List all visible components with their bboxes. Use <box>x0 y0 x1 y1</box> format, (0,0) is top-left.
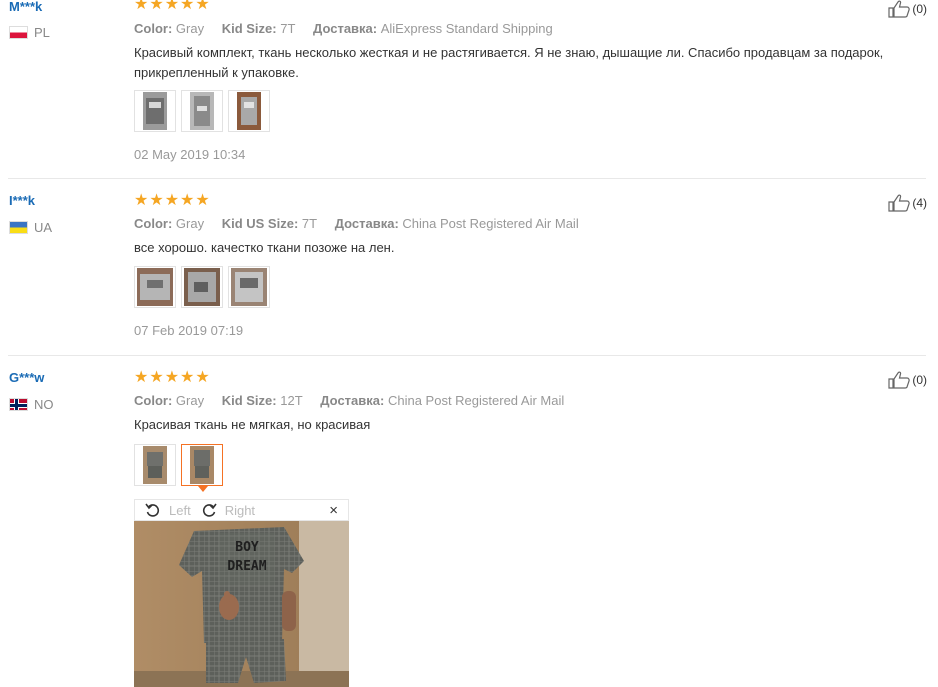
close-viewer-button[interactable]: × <box>329 502 338 519</box>
shirt-print-line2: DREAM <box>227 559 266 574</box>
star-rating: ★ ★ ★ ★ ★ <box>134 0 210 13</box>
order-attributes: Color: Gray Kid US Size: 7T Доставка: Ch… <box>134 216 579 231</box>
flag-no-icon <box>9 398 28 411</box>
flag-pl-icon <box>9 26 28 39</box>
star-icon: ★ <box>180 192 195 209</box>
helpful-button[interactable]: (0) <box>888 0 927 18</box>
star-rating: ★ ★ ★ ★ ★ <box>134 370 210 386</box>
color-label: Color: <box>134 393 173 408</box>
shipping-value: China Post Registered Air Mail <box>402 216 579 231</box>
thumbs-up-icon <box>888 0 911 18</box>
photo-viewer: Left Right × BOY DREAM <box>134 499 349 687</box>
star-icon: ★ <box>164 0 180 13</box>
review-photo-thumbnail[interactable] <box>134 444 176 486</box>
star-icon: ★ <box>164 369 180 386</box>
helpful-count: (0) <box>912 373 927 387</box>
thumbs-up-icon <box>888 371 911 389</box>
order-attributes: Color: Gray Kid Size: 7T Доставка: AliEx… <box>134 21 553 36</box>
helpful-button[interactable]: (4) <box>888 194 927 212</box>
rotate-left-button[interactable]: Left <box>145 502 191 518</box>
size-value: 7T <box>301 216 318 231</box>
color-label: Color: <box>134 21 173 36</box>
review-text: Красивый комплект, ткань несколько жестк… <box>134 45 884 80</box>
size-value: 12T <box>280 393 303 408</box>
helpful-count: (4) <box>912 196 927 210</box>
review-divider <box>8 178 926 179</box>
star-icon: ★ <box>134 0 149 13</box>
shipping-value: China Post Registered Air Mail <box>387 393 565 408</box>
rotate-right-button[interactable]: Right <box>201 502 255 518</box>
review-photo-thumbnail[interactable] <box>181 90 223 132</box>
star-icon: ★ <box>195 192 210 209</box>
photo-viewer-toolbar: Left Right × <box>134 499 349 521</box>
review-photos <box>134 444 223 492</box>
helpful-button[interactable]: (0) <box>888 371 927 389</box>
shipping-label: Доставка: <box>320 393 385 408</box>
review-photo-thumbnail[interactable] <box>134 90 176 132</box>
review-photo-enlarged: BOY DREAM <box>134 521 349 687</box>
helpful-count: (0) <box>912 2 927 16</box>
review-photo-thumbnail[interactable] <box>228 90 270 132</box>
review-date: 07 Feb 2019 07:19 <box>134 323 244 338</box>
thumbs-up-icon <box>888 194 911 212</box>
star-icon: ★ <box>195 369 210 386</box>
star-icon: ★ <box>149 369 164 386</box>
star-icon: ★ <box>180 369 195 386</box>
rotate-right-icon <box>202 503 217 517</box>
review-text: все хорошо. качестко ткани позоже на лен… <box>134 240 395 255</box>
star-icon: ★ <box>195 0 210 13</box>
country-code: PL <box>34 25 50 40</box>
star-rating: ★ ★ ★ ★ ★ <box>134 193 210 209</box>
star-icon: ★ <box>149 0 164 13</box>
size-value: 7T <box>280 21 296 36</box>
review-photo-thumbnail[interactable] <box>228 266 270 308</box>
rotate-left-icon <box>145 503 160 517</box>
star-icon: ★ <box>149 192 164 209</box>
shipping-label: Доставка: <box>313 21 378 36</box>
shipping-label: Доставка: <box>334 216 399 231</box>
review-photo-thumbnail-selected[interactable] <box>181 444 223 492</box>
shipping-value: AliExpress Standard Shipping <box>380 21 553 36</box>
review-date: 02 May 2019 10:34 <box>134 147 246 162</box>
rotate-left-label: Left <box>169 502 191 518</box>
review-photo-image: BOY DREAM <box>134 521 349 687</box>
review-photos <box>134 266 270 308</box>
reviewer-name[interactable]: G***w <box>9 370 44 385</box>
reviewer-country: NO <box>9 397 54 412</box>
color-value: Gray <box>175 216 205 231</box>
reviewer-country: PL <box>9 25 50 40</box>
flag-ua-icon <box>9 221 28 234</box>
review-photo-thumbnail[interactable] <box>134 266 176 308</box>
reviewer-country: UA <box>9 220 52 235</box>
review-text: Красивая ткань не мягкая, но красивая <box>134 417 371 432</box>
review-divider <box>8 355 926 356</box>
rotate-right-label: Right <box>224 502 256 518</box>
reviewer-name[interactable]: M***k <box>9 0 42 14</box>
size-label: Kid US Size: <box>221 216 299 231</box>
review-photos <box>134 90 270 132</box>
size-label: Kid Size: <box>221 393 277 408</box>
size-label: Kid Size: <box>221 21 277 36</box>
country-code: NO <box>34 397 54 412</box>
shirt-print-line1: BOY <box>235 540 259 555</box>
review-photo-thumbnail[interactable] <box>181 266 223 308</box>
star-icon: ★ <box>180 0 195 13</box>
color-label: Color: <box>134 216 173 231</box>
star-icon: ★ <box>164 192 180 209</box>
color-value: Gray <box>175 21 205 36</box>
reviewer-name[interactable]: I***k <box>9 193 35 208</box>
country-code: UA <box>34 220 53 235</box>
star-icon: ★ <box>134 369 149 386</box>
star-icon: ★ <box>134 192 149 209</box>
order-attributes: Color: Gray Kid Size: 12T Доставка: Chin… <box>134 393 564 408</box>
color-value: Gray <box>175 393 205 408</box>
